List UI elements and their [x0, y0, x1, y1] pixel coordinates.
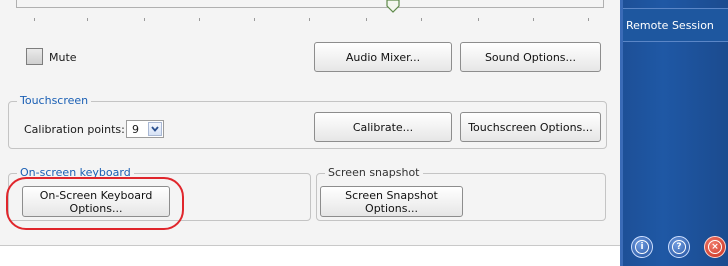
chevron-down-icon[interactable]: [148, 122, 162, 136]
touchscreen-options-button[interactable]: Touchscreen Options...: [460, 112, 601, 142]
sidebar-item-label: Remote Session: [626, 19, 714, 32]
screen-snapshot-group-title: Screen snapshot: [325, 166, 423, 179]
slider-tick: [366, 18, 367, 21]
volume-slider-track[interactable]: [16, 0, 604, 8]
screen-snapshot-options-button[interactable]: Screen Snapshot Options...: [320, 186, 463, 217]
info-icon: i: [635, 240, 649, 254]
slider-tick: [478, 18, 479, 21]
calibration-points-label: Calibration points:: [24, 123, 125, 136]
settings-panel: Mute Audio Mixer... Sound Options... Tou…: [0, 0, 620, 246]
calibration-points-select[interactable]: 9: [126, 120, 164, 138]
slider-tick: [421, 18, 422, 21]
sound-options-button[interactable]: Sound Options...: [460, 42, 601, 72]
audio-mixer-button[interactable]: Audio Mixer...: [314, 42, 452, 72]
close-button[interactable]: ×: [704, 236, 726, 258]
right-sidebar: Remote Session: [620, 0, 728, 266]
settings-content: Mute Audio Mixer... Sound Options... Tou…: [0, 0, 620, 266]
slider-tick: [34, 18, 35, 21]
help-icon: ?: [672, 240, 686, 254]
info-button[interactable]: i: [631, 236, 653, 258]
slider-tick: [87, 18, 88, 21]
sidebar-edge: [620, 0, 623, 266]
slider-tick: [588, 18, 589, 21]
slider-tick: [199, 18, 200, 21]
close-icon: ×: [708, 240, 722, 254]
slider-tick: [533, 18, 534, 21]
sidebar-item-remote-session[interactable]: Remote Session: [622, 8, 728, 42]
help-button[interactable]: ?: [668, 236, 690, 258]
slider-tick: [254, 18, 255, 21]
mute-label: Mute: [49, 51, 77, 64]
touchscreen-group-title: Touchscreen: [17, 94, 92, 107]
volume-slider-thumb[interactable]: [386, 0, 400, 14]
calibration-points-value: 9: [132, 123, 139, 136]
annotation-highlight-oval: [6, 177, 184, 230]
mute-checkbox[interactable]: [26, 48, 43, 65]
calibrate-button[interactable]: Calibrate...: [314, 112, 452, 142]
slider-tick: [144, 18, 145, 21]
slider-tick: [309, 18, 310, 21]
